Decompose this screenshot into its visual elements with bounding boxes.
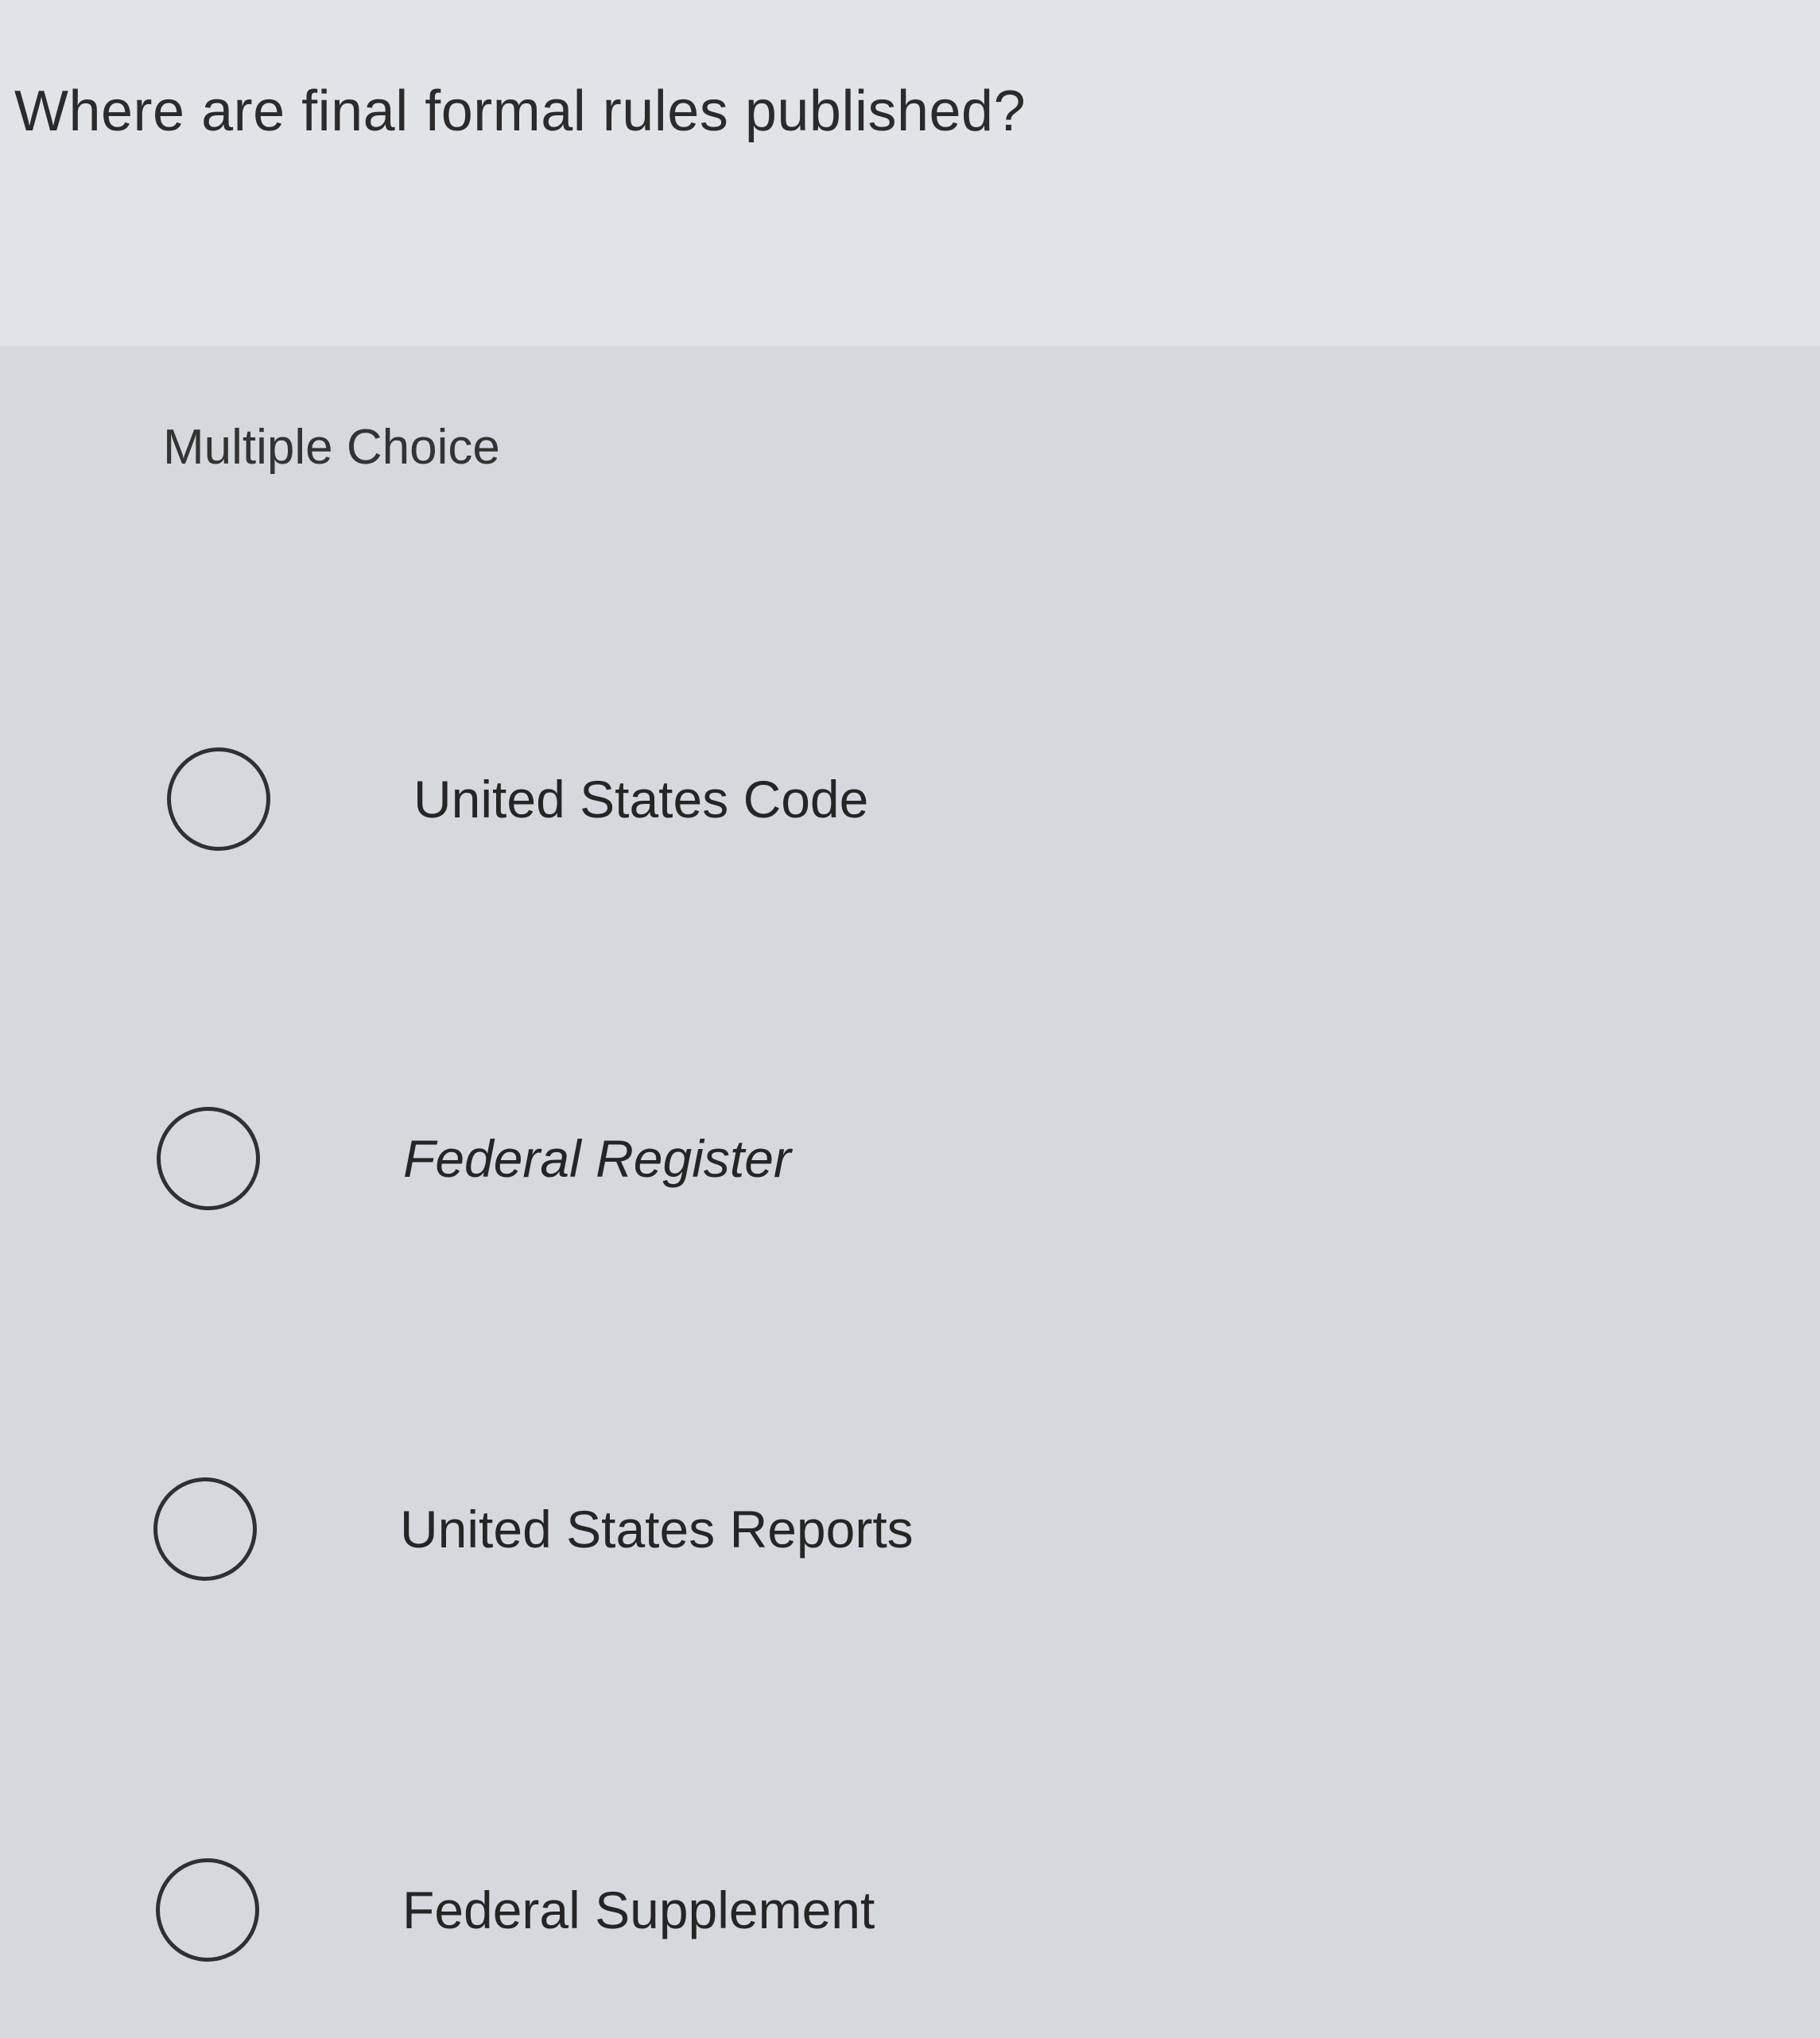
answer-option-2[interactable]: Federal Register [133,1083,1246,1242]
answer-option-label: Federal Register [403,1129,791,1188]
answer-option-4[interactable]: Federal Supplement [132,1834,1245,1993]
question-type-label: Multiple Choice [163,420,500,475]
radio-button[interactable] [156,1858,259,1962]
answer-option-1[interactable]: United States Code [143,724,1256,883]
question-text: Where are final formal rules published? [14,80,1026,143]
radio-button[interactable] [157,1107,260,1210]
radio-button[interactable] [153,1477,257,1581]
question-area: Where are final formal rules published? [0,0,1820,346]
answer-option-label: Federal Supplement [402,1881,875,1939]
answer-option-label: United States Reports [400,1500,914,1559]
answer-option-label: United States Code [413,770,869,829]
answer-option-3[interactable]: United States Reports [130,1454,1243,1613]
radio-button[interactable] [167,747,270,851]
